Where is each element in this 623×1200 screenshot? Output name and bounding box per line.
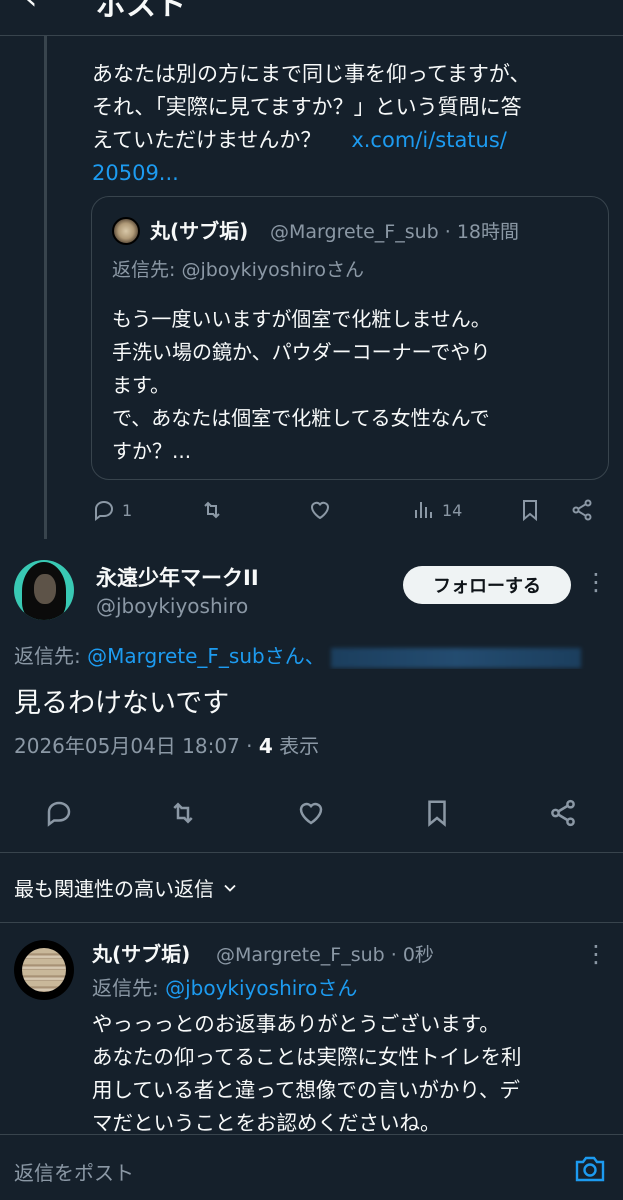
quote-author-meta: @Margrete_F_sub · 18時間 — [270, 221, 520, 243]
tweet-timestamp: 2026年05月04日 18:07 · 4 表示 — [14, 734, 320, 758]
views-icon — [415, 502, 432, 518]
follow-button[interactable]: フォローする — [403, 566, 571, 604]
more-icon[interactable]: ⋮ — [584, 940, 608, 968]
bookmark-icon — [428, 800, 446, 827]
tweet-text: やっっっとのお返事ありがとうございます。 あなたの仰ってることは実際に女性トイレ… — [92, 1008, 612, 1140]
like-icon — [299, 802, 323, 825]
share-icon — [572, 499, 592, 521]
status-link[interactable]: x.com/i/status/ — [351, 128, 507, 152]
bookmark-button[interactable] — [518, 498, 542, 522]
share-button[interactable] — [570, 498, 594, 522]
share-button[interactable] — [548, 798, 578, 828]
bookmark-button[interactable] — [422, 798, 452, 828]
back-icon[interactable]: ‹ — [24, 0, 38, 18]
sort-label: 最も関連性の高い返信 — [14, 877, 214, 901]
quote-body-line: すか？... — [112, 439, 192, 463]
page-title: ポスト — [96, 0, 186, 23]
reply-to-mention[interactable]: @Margrete_F_subさん、 — [87, 644, 325, 668]
quote-body-line: もう一度いいますが個室で化粧しません。 — [112, 307, 491, 331]
avatar — [112, 217, 140, 245]
share-icon — [551, 799, 575, 827]
quote-body: もう一度いいますが個室で化粧しません。 手洗い場の鏡か、パウダーコーナーでやり … — [112, 303, 592, 468]
tweet-actions: 1 14 — [92, 494, 612, 528]
camera-icon[interactable] — [574, 1155, 606, 1183]
views-count: 4 — [258, 734, 273, 758]
quote-author-name: 丸(サブ垢) — [150, 219, 249, 243]
divider — [0, 852, 623, 853]
tweet-text: あなたは別の方にまで同じ事を仰ってますが、 それ、「実際に見てますか？」という質… — [92, 58, 592, 190]
author-name[interactable]: 丸(サブ垢) — [92, 938, 190, 967]
reply-icon — [95, 500, 114, 521]
retweet-icon — [173, 802, 193, 824]
reply-count: 1 — [122, 500, 133, 520]
tweet-text-line: それ、「実際に見てますか？」という質問に答 — [92, 95, 522, 119]
tweet-text: 見るわけないです — [14, 688, 230, 719]
retweet-button[interactable] — [200, 498, 224, 522]
quote-body-line: 手洗い場の鏡か、パウダーコーナーでやり — [112, 340, 491, 364]
sort-replies-dropdown[interactable]: 最も関連性の高い返信 — [14, 873, 240, 902]
divider — [0, 922, 623, 923]
retweet-button[interactable] — [168, 798, 198, 828]
quote-body-line: で、あなたは個室で化粧してる女性なんで — [112, 406, 490, 430]
tweet-text-line: あなたは別の方にまで同じ事を仰ってますが、 — [92, 62, 531, 86]
reply-icon — [47, 801, 71, 827]
like-icon — [310, 501, 330, 520]
bookmark-icon — [523, 500, 537, 522]
chevron-down-icon — [224, 884, 236, 892]
like-button[interactable] — [308, 498, 332, 522]
tweet-text-line: 用している者と違って想像での言いがかり、デ — [92, 1078, 521, 1102]
author-handle[interactable]: @jboykiyoshiro — [96, 594, 248, 618]
top-bar: ‹ ポスト — [0, 0, 623, 36]
tweet-text-line: えていただけませんか？ x.com/i/status/ — [92, 128, 507, 152]
quote-body-line: ます。 — [112, 373, 170, 397]
status-link-continued[interactable]: 20509... — [92, 157, 592, 190]
reply-button[interactable]: 1 — [92, 498, 132, 522]
author-meta: @Margrete_F_sub · 0秒 — [216, 944, 434, 966]
thread-connector — [44, 36, 47, 539]
views-button[interactable]: 14 — [412, 498, 462, 522]
reply-composer[interactable]: 返信をポスト — [0, 1134, 623, 1200]
avatar[interactable] — [14, 940, 74, 1000]
more-icon[interactable]: ⋮ — [584, 568, 608, 596]
reply-to-line: 返信先: @jboykiyoshiroさん — [92, 976, 358, 1000]
tweet-text-line: あなたの仰ってることは実際に女性トイレを利 — [92, 1045, 522, 1069]
views-count: 14 — [442, 500, 463, 520]
like-button[interactable] — [296, 798, 326, 828]
tweet-actions — [0, 790, 623, 840]
tweet-text-line: やっっっとのお返事ありがとうございます。 — [92, 1012, 500, 1036]
author-name[interactable]: 永遠少年マークII — [96, 562, 259, 592]
redacted-mention — [330, 647, 581, 668]
retweet-icon — [204, 501, 220, 519]
quote-reply-to: 返信先: @jboykiyoshiroさん — [112, 259, 365, 281]
reply-to-line: 返信先: @Margrete_F_subさん、 — [14, 640, 623, 669]
reply-button[interactable] — [44, 798, 74, 828]
reply-to-mention[interactable]: @jboykiyoshiroさん — [165, 976, 357, 1000]
avatar[interactable] — [14, 560, 74, 620]
quoted-tweet[interactable]: 丸(サブ垢) @Margrete_F_sub · 18時間 返信先: @jboy… — [91, 196, 609, 480]
reply-input[interactable]: 返信をポスト — [14, 1157, 134, 1186]
